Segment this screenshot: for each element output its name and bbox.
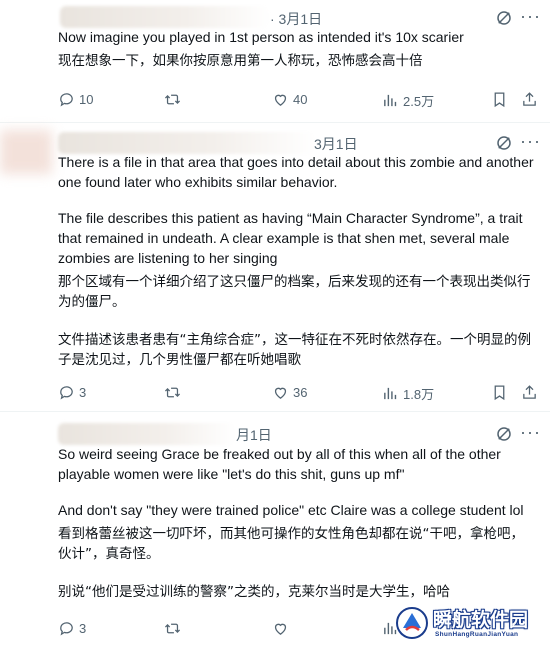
reply-count: 3 <box>79 621 87 636</box>
like-button[interactable]: 40 <box>272 91 307 108</box>
repost-icon <box>164 623 181 634</box>
tweet-1[interactable]: · 3月1日 ··· Now imagine you played in 1st… <box>0 0 550 123</box>
tweet-paragraph-translation: 别说“他们是受过训练的警察”之类的，克莱尔当时是大学生，哈哈 <box>58 584 450 600</box>
avatar-blurred <box>0 130 52 174</box>
views-count: 1.8万 <box>403 387 435 402</box>
grok-icon[interactable] <box>495 9 513 27</box>
like-icon <box>274 623 287 635</box>
tweet-paragraph-translation: 文件描述该患者患有“主角综合症”，这一特征在不死时依然存在。一个明显的例子是沈见… <box>58 332 531 368</box>
grok-icon[interactable] <box>495 425 513 443</box>
like-button[interactable]: 36 <box>272 384 307 401</box>
tweet-actions: 10 40 2.5万 <box>58 91 538 111</box>
watermark-title: 瞬航软件园 <box>433 609 529 631</box>
tweet-paragraph-translation: 看到格蕾丝被这一切吓坏，而其他可操作的女性角色却都在说“干吧，拿枪吧，伙计”，真… <box>58 526 524 562</box>
repost-icon <box>164 94 181 105</box>
views-icon <box>384 94 397 107</box>
more-icon[interactable]: ··· <box>520 7 541 25</box>
tweet-date[interactable]: 月1日 <box>236 425 272 445</box>
repost-button[interactable] <box>164 91 185 108</box>
tweet-paragraph: There is a file in that area that goes i… <box>58 154 534 190</box>
share-icon <box>523 92 536 106</box>
tweet-date[interactable]: 3月1日 <box>314 134 358 154</box>
like-count: 36 <box>293 385 308 400</box>
repost-button[interactable] <box>164 384 185 401</box>
bookmark-icon <box>494 92 505 108</box>
views-icon <box>384 387 397 400</box>
reply-count: 10 <box>79 92 94 107</box>
tweet-text: So weird seeing Grace be freaked out by … <box>58 444 536 602</box>
author-name-blurred <box>58 423 236 445</box>
watermark: 瞬航软件园 ShunHangRuanJianYuan <box>395 604 543 644</box>
tweet-text: Now imagine you played in 1st person as … <box>58 27 536 71</box>
like-button[interactable] <box>272 620 293 637</box>
repost-button[interactable] <box>164 620 185 637</box>
reply-icon <box>60 622 73 636</box>
more-icon[interactable]: ··· <box>520 423 541 441</box>
views-count: 2.5万 <box>403 94 435 109</box>
like-count: 40 <box>293 92 308 107</box>
reply-button[interactable]: 3 <box>58 620 86 637</box>
author-name-blurred <box>58 132 316 154</box>
bookmark-button[interactable] <box>491 384 512 401</box>
tweet-text: There is a file in that area that goes i… <box>58 152 536 370</box>
views-button[interactable]: 1.8万 <box>382 384 434 403</box>
bookmark-button[interactable] <box>491 91 512 108</box>
tweet-paragraph-translation: 那个区域有一个详细介绍了这只僵尸的档案，后来发现的还有一个表现出类似行为的僵尸。 <box>58 274 531 310</box>
author-name-blurred <box>60 6 270 28</box>
tweet-paragraph: And don't say "they were trained police"… <box>58 502 524 518</box>
views-button[interactable]: 2.5万 <box>382 91 434 110</box>
reply-icon <box>60 93 73 107</box>
tweet-paragraph: The file describes this patient as havin… <box>58 210 523 266</box>
reply-button[interactable]: 3 <box>58 384 86 401</box>
watermark-logo-icon <box>396 607 428 639</box>
more-icon[interactable]: ··· <box>520 132 541 150</box>
reply-count: 3 <box>79 385 87 400</box>
share-button[interactable] <box>521 91 542 108</box>
tweet-2[interactable]: 3月1日 ··· There is a file in that area th… <box>0 124 550 412</box>
tweet-paragraph: So weird seeing Grace be freaked out by … <box>58 446 501 482</box>
share-icon <box>523 385 536 399</box>
tweet-actions: 3 36 1.8万 <box>58 384 538 404</box>
reply-icon <box>60 386 73 400</box>
grok-icon[interactable] <box>495 134 513 152</box>
tweet-paragraph-translation: 现在想象一下，如果你按原意用第一人称玩，恐怖感会高十倍 <box>58 53 423 69</box>
tweet-date[interactable]: · 3月1日 <box>270 9 322 29</box>
share-button[interactable] <box>521 384 542 401</box>
like-icon <box>274 387 287 399</box>
repost-icon <box>164 387 181 398</box>
reply-button[interactable]: 10 <box>58 91 93 108</box>
tweet-paragraph: Now imagine you played in 1st person as … <box>58 29 464 45</box>
watermark-subtitle: ShunHangRuanJianYuan <box>435 631 519 638</box>
like-icon <box>274 94 287 106</box>
bookmark-icon <box>494 385 505 401</box>
